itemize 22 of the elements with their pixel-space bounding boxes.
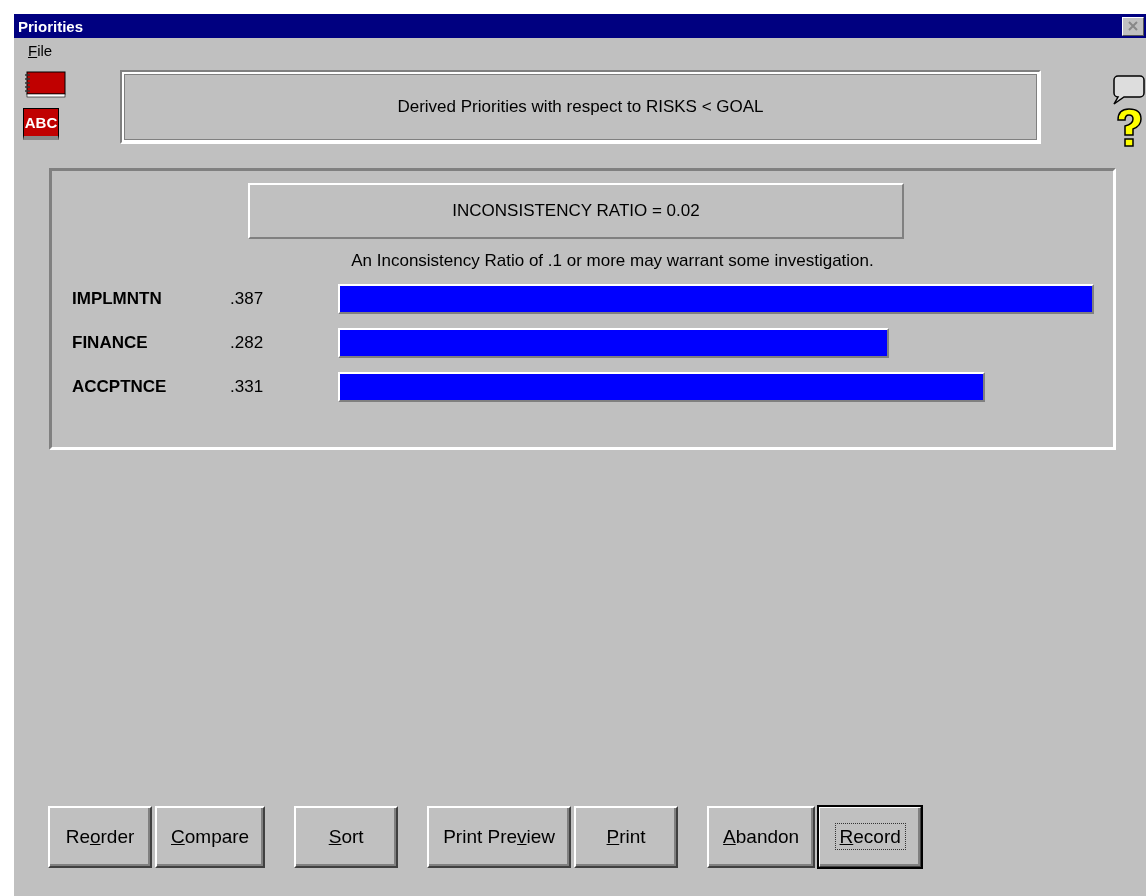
action-button[interactable]: Sort xyxy=(294,806,399,868)
priority-value: .331 xyxy=(230,377,265,397)
notebook-icon[interactable] xyxy=(23,70,67,98)
close-icon xyxy=(1126,20,1140,32)
header-text: Derived Priorities with respect to RISKS < GOAL xyxy=(397,97,764,117)
spellcheck-book-icon[interactable]: ABC xyxy=(23,108,59,140)
priority-name: IMPLMNTN xyxy=(71,289,163,309)
action-button[interactable]: Record xyxy=(818,806,923,868)
priority-value: .282 xyxy=(230,333,265,353)
action-button[interactable]: Print Preview xyxy=(427,806,572,868)
menu-item[interactable]: File xyxy=(26,41,55,59)
window-title: Priorities xyxy=(18,17,84,35)
action-button[interactable]: Reorder xyxy=(48,806,152,868)
close-button[interactable] xyxy=(1122,16,1144,36)
action-button[interactable]: Compare xyxy=(155,806,266,868)
action-button[interactable]: Print xyxy=(574,806,679,868)
priority-name: ACCPTNCE xyxy=(71,377,168,397)
note-text: An Inconsistency Ratio of .1 or more may warrant some investigation. xyxy=(350,251,875,271)
priority-value: .387 xyxy=(230,289,265,309)
inconsistency-ratio: INCONSISTENCY RATIO = 0.02 xyxy=(452,201,700,221)
priority-name: FINANCE xyxy=(71,333,149,353)
action-button[interactable]: Abandon xyxy=(707,806,816,868)
